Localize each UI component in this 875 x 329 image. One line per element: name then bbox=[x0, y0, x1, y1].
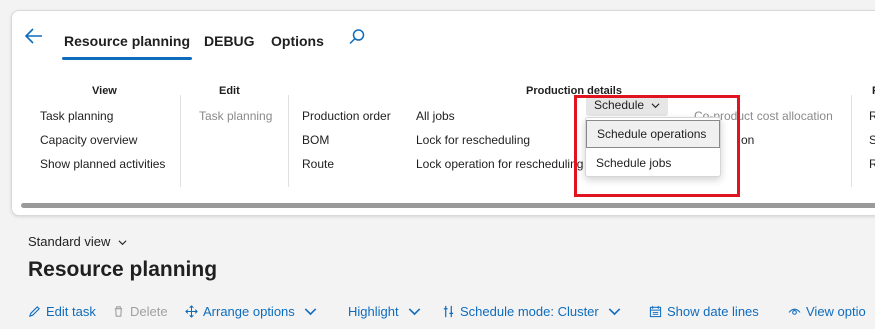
tab-options[interactable]: Options bbox=[271, 33, 324, 49]
route-link[interactable]: Route bbox=[302, 157, 334, 171]
pencil-icon bbox=[28, 306, 40, 318]
view-capacity-overview[interactable]: Capacity overview bbox=[40, 133, 137, 147]
horizontal-scrollbar[interactable] bbox=[21, 203, 875, 208]
group-separator bbox=[180, 95, 181, 187]
show-date-lines-label: Show date lines bbox=[667, 304, 759, 319]
view-options-button[interactable]: View optio bbox=[788, 304, 866, 319]
chevron-down-icon bbox=[118, 240, 127, 246]
chevron-down-icon bbox=[408, 308, 420, 316]
group-title-edit: Edit bbox=[219, 85, 240, 97]
page-toolbar: Edit task Delete Arrange options Highlig… bbox=[28, 304, 875, 324]
schedule-mode-button[interactable]: Schedule mode: Cluster bbox=[442, 304, 621, 319]
group-title-view: View bbox=[92, 85, 117, 97]
arrange-options-button[interactable]: Arrange options bbox=[185, 304, 317, 319]
all-jobs-link[interactable]: All jobs bbox=[416, 109, 455, 123]
schedule-mode-icon bbox=[443, 305, 454, 318]
page-title: Resource planning bbox=[28, 258, 218, 281]
view-selector-label: Standard view bbox=[28, 234, 111, 249]
trash-icon bbox=[114, 306, 123, 317]
production-order-link[interactable]: Production order bbox=[302, 109, 391, 123]
hidden-menu-item-tail: on bbox=[741, 133, 755, 147]
chevron-down-icon bbox=[608, 308, 621, 316]
edit-task-label: Edit task bbox=[46, 304, 96, 319]
delete-label: Delete bbox=[130, 304, 168, 319]
view-show-planned-activities[interactable]: Show planned activities bbox=[40, 157, 165, 171]
show-date-lines-button[interactable]: Show date lines bbox=[649, 304, 759, 319]
move-arrows-icon bbox=[185, 305, 198, 318]
arrange-options-label: Arrange options bbox=[203, 304, 295, 319]
view-selector[interactable]: Standard view bbox=[28, 234, 127, 249]
edit-task-planning[interactable]: Task planning bbox=[199, 109, 272, 123]
group-separator bbox=[288, 95, 289, 187]
next-group-item[interactable]: R bbox=[869, 157, 875, 171]
edit-task-button[interactable]: Edit task bbox=[28, 304, 96, 319]
action-pane: Resource planning DEBUG Options View Tas… bbox=[11, 10, 875, 216]
tab-resource-planning[interactable]: Resource planning bbox=[61, 33, 193, 60]
view-options-label: View optio bbox=[806, 304, 866, 319]
lock-for-rescheduling-link[interactable]: Lock for rescheduling bbox=[416, 133, 530, 147]
search-icon[interactable] bbox=[348, 28, 366, 46]
calendar-icon bbox=[649, 305, 662, 318]
action-pane-tabs: Resource planning DEBUG Options bbox=[12, 11, 875, 63]
lock-operation-for-rescheduling-link[interactable]: Lock operation for rescheduling bbox=[416, 157, 583, 171]
highlight-button[interactable]: Highlight bbox=[348, 304, 421, 319]
tab-debug[interactable]: DEBUG bbox=[204, 33, 255, 49]
highlight-annotation-box bbox=[574, 95, 740, 197]
delete-button[interactable]: Delete bbox=[112, 304, 168, 319]
bom-link[interactable]: BOM bbox=[302, 133, 329, 147]
view-task-planning[interactable]: Task planning bbox=[40, 109, 113, 123]
group-separator bbox=[851, 95, 852, 187]
chevron-down-icon bbox=[304, 308, 317, 316]
next-group-item[interactable]: R bbox=[869, 109, 875, 123]
highlight-label: Highlight bbox=[348, 304, 399, 319]
back-arrow-icon[interactable] bbox=[23, 25, 45, 47]
next-group-item[interactable]: S bbox=[869, 133, 875, 147]
schedule-mode-label: Schedule mode: Cluster bbox=[460, 304, 599, 319]
eye-icon bbox=[788, 308, 801, 315]
